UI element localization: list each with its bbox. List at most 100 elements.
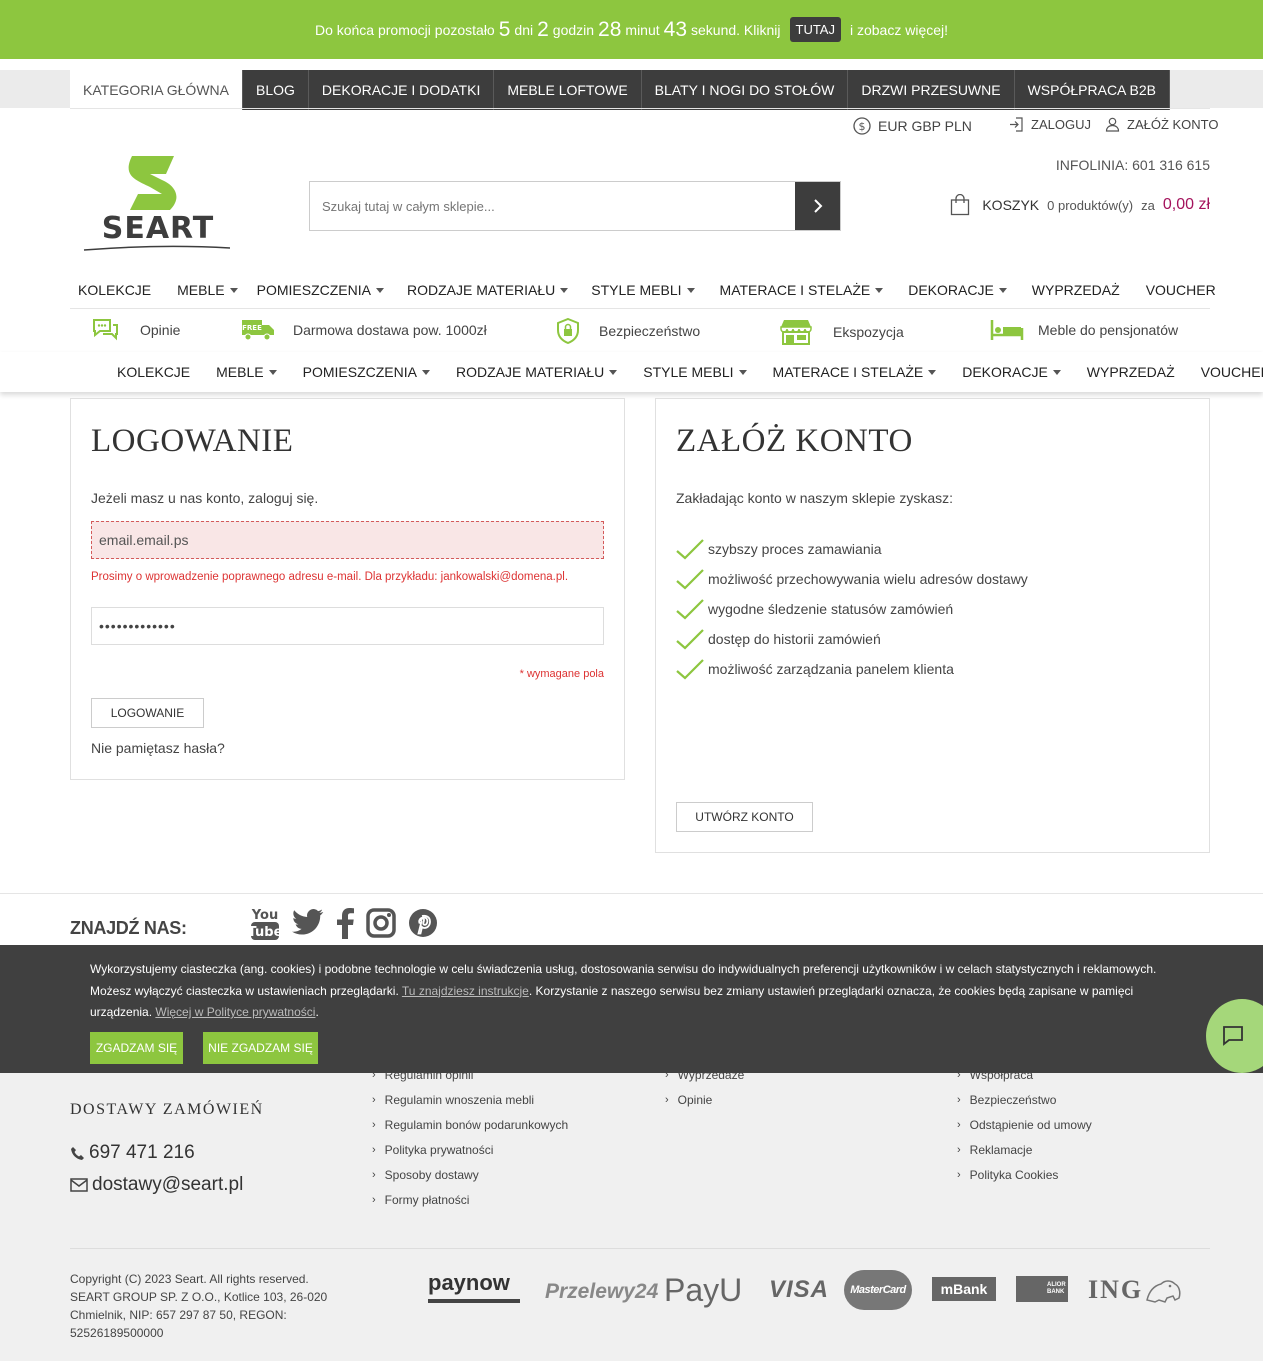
przelewy24-logo: Przelewy24 xyxy=(545,1280,658,1304)
menu-wyprzedaz[interactable]: WYPRZEDAŻ xyxy=(1032,282,1120,298)
seart-logo[interactable]: SEART xyxy=(80,152,236,256)
menu-rodzaje-materialu[interactable]: RODZAJE MATERIAŁU xyxy=(407,282,569,298)
shopping-bag-icon xyxy=(951,194,970,216)
svg-text:SEART: SEART xyxy=(102,211,215,246)
footer-link[interactable]: › Reklamacje xyxy=(957,1143,1032,1157)
cart[interactable]: KOSZYK 0 produktów(y) za 0,00 zł xyxy=(950,194,1210,216)
caret-down-icon xyxy=(686,287,695,293)
login-title: LOGOWANIE xyxy=(91,423,294,459)
login-button[interactable]: LOGOWANIE xyxy=(91,698,204,728)
menu-style-mebli[interactable]: STYLE MEBLI xyxy=(591,282,695,298)
menu-materace[interactable]: MATERACE I STELAŻE xyxy=(720,282,884,298)
chevron-right-icon: › xyxy=(957,1144,961,1156)
footer-link-label: Regulamin wnoszenia mebli xyxy=(384,1093,535,1107)
dollar-circle-icon: $ xyxy=(853,117,871,135)
login-intro: Jeżeli masz u nas konto, zaloguj się. xyxy=(91,490,319,506)
instagram-icon[interactable] xyxy=(366,908,396,938)
footer-link[interactable]: › Polityka Cookies xyxy=(957,1168,1058,1182)
search-button[interactable] xyxy=(795,182,840,230)
promo-button[interactable]: TUTAJ xyxy=(789,17,841,42)
create-account-button[interactable]: UTWÓRZ KONTO xyxy=(676,802,813,832)
feature-guesthouse[interactable]: Meble do pensjonatów xyxy=(990,318,1178,342)
delivery-phone[interactable]: 697 471 216 xyxy=(70,1142,195,1164)
menu-materace[interactable]: MATERACE I STELAŻE xyxy=(773,364,937,380)
currency-switcher[interactable]: $ EUR GBP PLN xyxy=(853,117,972,135)
register-link[interactable]: ZAŁÓŻ KONTO xyxy=(1105,117,1219,132)
payu-logo: PayU xyxy=(664,1272,742,1309)
caret-down-icon xyxy=(421,369,430,375)
footer-link[interactable]: › Bezpieczeństwo xyxy=(957,1093,1056,1107)
footer-link[interactable]: › Regulamin bonów podarunkowych xyxy=(372,1118,568,1132)
tab-meble-loftowe[interactable]: MEBLE LOFTOWE xyxy=(494,70,642,110)
tab-blog[interactable]: BLOG xyxy=(243,70,309,110)
footer-link[interactable]: › Regulamin wnoszenia mebli xyxy=(372,1093,534,1107)
twitter-icon[interactable] xyxy=(292,909,324,937)
currency-label[interactable]: EUR GBP PLN xyxy=(878,118,972,134)
footer-link[interactable]: › Odstąpienie od umowy xyxy=(957,1118,1092,1132)
footer-link[interactable]: › Formy płatności xyxy=(372,1193,469,1207)
tab-dekoracje-i-dodatki[interactable]: DEKORACJE I DODATKI xyxy=(308,70,495,110)
cookie-reject-button[interactable]: NIE ZGADZAM SIĘ xyxy=(203,1032,318,1064)
menu-style-mebli[interactable]: STYLE MEBLI xyxy=(643,364,747,380)
envelope-icon xyxy=(70,1178,88,1192)
phone-number: 697 471 216 xyxy=(89,1142,195,1163)
feature-free-delivery[interactable]: FREE Darmowa dostawa pow. 1000zł xyxy=(241,318,487,342)
menu-rodzaje-materialu[interactable]: RODZAJE MATERIAŁU xyxy=(455,364,618,380)
menu-label: WYPRZEDAŻ xyxy=(1031,282,1120,298)
checkmark-icon xyxy=(676,539,704,560)
menu-label: POMIESZCZENIA xyxy=(256,282,371,298)
menu-meble[interactable]: MEBLE xyxy=(177,282,238,298)
divider xyxy=(70,1248,1210,1249)
footer-link[interactable]: › Polityka prywatności xyxy=(372,1143,493,1157)
menu-voucher[interactable]: VOUCHER xyxy=(1201,364,1263,380)
footer-link[interactable]: › Opinie xyxy=(665,1093,712,1107)
facebook-icon[interactable] xyxy=(336,907,354,939)
sticky-menu: KOLEKCJE MEBLE POMIESZCZENIA RODZAJE MAT… xyxy=(117,364,1263,380)
menu-dekoracje[interactable]: DEKORACJE xyxy=(962,364,1061,380)
email-field[interactable]: email.email.ps xyxy=(91,521,604,559)
feature-security[interactable]: Bezpieczeństwo xyxy=(556,318,700,344)
menu-dekoracje[interactable]: DEKORACJE xyxy=(908,282,1007,298)
pinterest-icon[interactable] xyxy=(408,908,438,938)
login-icon xyxy=(1010,117,1023,132)
tab-blaty-i-nogi[interactable]: BLATY I NOGI DO STOŁÓW xyxy=(641,70,849,110)
caret-down-icon xyxy=(1052,369,1061,375)
tab-wspolpraca-b2b[interactable]: WSPÓŁPRACA B2B xyxy=(1014,70,1170,110)
benefit-item: możliwość przechowywania wielu adresów d… xyxy=(676,568,1028,590)
forgot-password-link[interactable]: Nie pamiętasz hasła? xyxy=(91,740,225,756)
menu-kolekcje[interactable]: KOLEKCJE xyxy=(117,364,190,380)
menu-pomieszczenia[interactable]: POMIESZCZENIA xyxy=(257,282,384,298)
caret-down-icon xyxy=(928,369,937,375)
menu-pomieszczenia[interactable]: POMIESZCZENIA xyxy=(303,364,430,380)
cookie-accept-button[interactable]: ZGADZAM SIĘ xyxy=(90,1032,183,1064)
cookie-instructions-link[interactable]: Tu znajdziesz instrukcje xyxy=(402,984,529,998)
benefit-item: wygodne śledzenie statusów zamówień xyxy=(676,598,953,620)
menu-wyprzedaz[interactable]: WYPRZEDAŻ xyxy=(1087,364,1175,380)
feature-opinie[interactable]: Opinie xyxy=(91,318,180,342)
register-label[interactable]: ZAŁÓŻ KONTO xyxy=(1127,117,1219,132)
mbank-logo: mBank xyxy=(932,1277,996,1301)
delivery-email[interactable]: dostawy@seart.pl xyxy=(70,1174,243,1196)
login-label[interactable]: ZALOGUJ xyxy=(1031,117,1091,132)
menu-kolekcje[interactable]: KOLEKCJE xyxy=(78,282,151,298)
footer-link-label: Polityka prywatności xyxy=(384,1143,494,1157)
chevron-right-icon: › xyxy=(372,1194,376,1206)
menu-voucher[interactable]: VOUCHER xyxy=(1146,282,1216,298)
password-field[interactable]: ••••••••••••• xyxy=(91,607,604,645)
cookie-privacy-link[interactable]: Więcej w Polityce prywatności xyxy=(155,1005,315,1019)
menu-label: VOUCHER xyxy=(1145,282,1216,298)
tab-drzwi-przesuwne[interactable]: DRZWI PRZESUWNE xyxy=(848,70,1015,110)
feature-exposition[interactable]: Ekspozycja xyxy=(779,318,904,346)
checkmark-icon xyxy=(676,659,704,680)
menu-label: RODZAJE MATERIAŁU xyxy=(455,364,605,380)
promo-bar: Do końca promocji pozostało 5 dni 2 godz… xyxy=(0,0,1263,59)
search-input[interactable] xyxy=(310,182,795,230)
tab-kategoria-glowna[interactable]: KATEGORIA GŁÓWNA xyxy=(70,70,243,110)
login-link[interactable]: ZALOGUJ xyxy=(1009,117,1091,132)
footer-link[interactable]: › Sposoby dostawy xyxy=(372,1168,479,1182)
svg-text:$: $ xyxy=(859,120,866,133)
menu-meble[interactable]: MEBLE xyxy=(216,364,277,380)
register-panel xyxy=(655,398,1210,853)
menu-label: STYLE MEBLI xyxy=(591,282,682,298)
youtube-icon[interactable]: You Tube xyxy=(250,905,280,941)
